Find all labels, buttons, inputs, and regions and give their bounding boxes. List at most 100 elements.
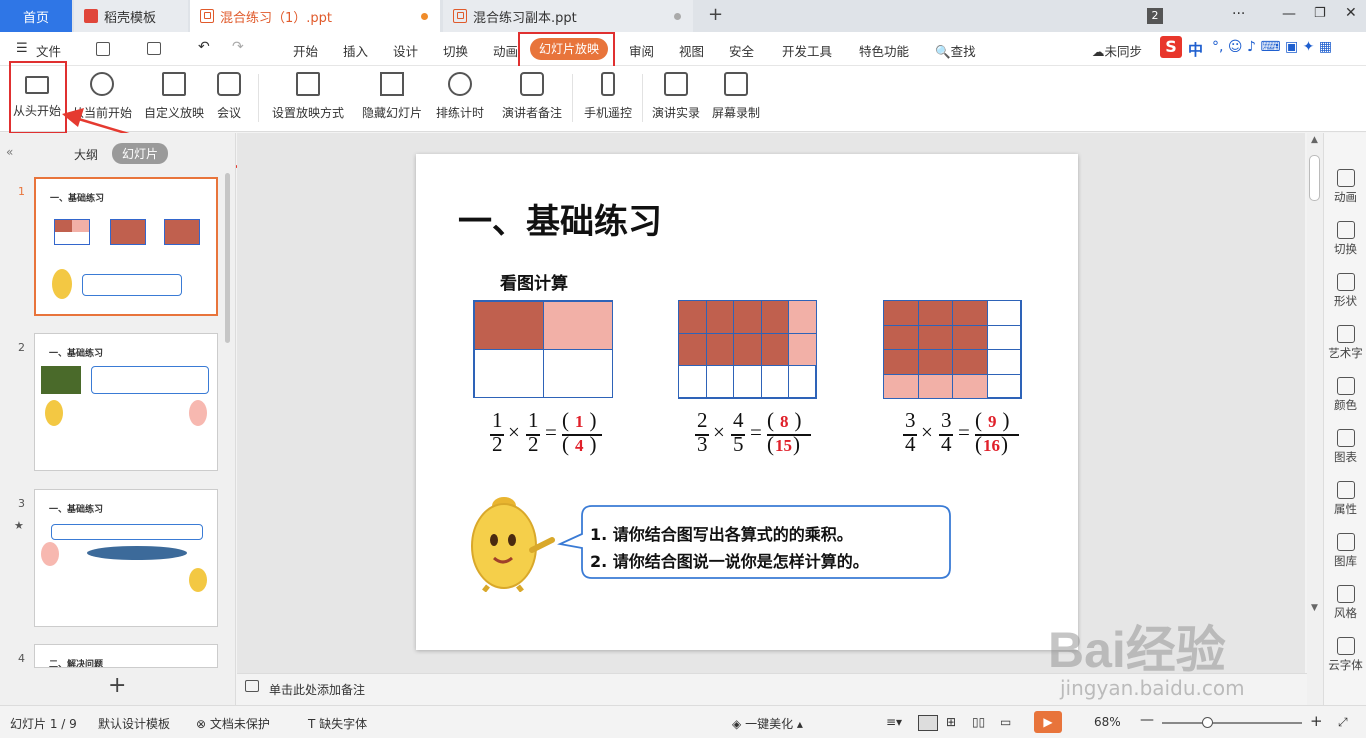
panel-transition[interactable]: 切换 bbox=[1324, 221, 1366, 257]
panel-color[interactable]: 颜色 bbox=[1324, 377, 1366, 413]
tab-doc2[interactable]: 混合练习副本.ppt bbox=[443, 0, 693, 32]
fit-window-icon[interactable]: ⤢ bbox=[1338, 715, 1348, 730]
hide-slide-button[interactable]: 隐藏幻灯片 bbox=[360, 70, 424, 126]
slide[interactable]: 一、基础练习 看图计算 1 2 × 1 2 = (1) (4) 2 3 × 4 … bbox=[416, 154, 1078, 650]
record-speech-button[interactable]: 演讲实录 bbox=[650, 70, 702, 126]
equation-1[interactable]: 1 2 × 1 2 = (1) (4) bbox=[488, 408, 618, 460]
search-button[interactable]: 🔍查找 bbox=[935, 41, 976, 60]
slide-title[interactable]: 一、基础练习 bbox=[458, 194, 662, 243]
tab-template[interactable]: 稻壳模板 bbox=[74, 0, 188, 32]
close-button[interactable]: ✕ bbox=[1345, 5, 1357, 21]
slide-thumb-3[interactable]: 一、基础练习 bbox=[34, 489, 218, 627]
play-from-current-button[interactable]: 从当前开始 bbox=[70, 70, 134, 126]
slide-subtitle[interactable]: 看图计算 bbox=[500, 269, 568, 294]
tab-home[interactable]: 首页 bbox=[0, 0, 72, 32]
zoom-slider-thumb[interactable] bbox=[1202, 717, 1213, 728]
menu-animation[interactable]: 动画 bbox=[493, 41, 518, 60]
tab-slides[interactable]: 幻灯片 bbox=[112, 143, 169, 164]
thumb-mascot bbox=[41, 542, 59, 566]
equation-3[interactable]: 3 4 × 3 4 = (9) (16) bbox=[901, 408, 1041, 460]
redo-icon[interactable]: ↷ bbox=[232, 39, 244, 55]
undo-icon[interactable]: ↶ bbox=[198, 39, 210, 55]
window-count-badge[interactable]: 2 bbox=[1147, 8, 1163, 24]
custom-show-button[interactable]: 自定义放映 bbox=[142, 70, 206, 126]
notes-view-icon[interactable]: ▭ bbox=[1000, 715, 1011, 729]
hamburger-icon[interactable]: ☰ bbox=[16, 41, 28, 56]
doc-protect-status[interactable]: ⊗ 文档未保护 bbox=[196, 715, 270, 732]
menu-view[interactable]: 视图 bbox=[679, 41, 704, 60]
menu-insert[interactable]: 插入 bbox=[343, 41, 368, 60]
menu-start[interactable]: 开始 bbox=[293, 41, 318, 60]
panel-chart[interactable]: 图表 bbox=[1324, 429, 1366, 465]
scroll-up-icon[interactable]: ▲ bbox=[1311, 135, 1318, 145]
tab-outline[interactable]: 大纲 bbox=[74, 146, 98, 163]
normal-view-icon[interactable] bbox=[918, 715, 938, 731]
panel-shape[interactable]: 形状 bbox=[1324, 273, 1366, 309]
design-template[interactable]: 默认设计模板 bbox=[98, 715, 170, 732]
beautify-button[interactable]: ◈ 一键美化 ▴ bbox=[732, 715, 803, 732]
menu-features[interactable]: 特色功能 bbox=[859, 41, 909, 60]
notes-placeholder[interactable]: 单击此处添加备注 bbox=[269, 681, 365, 698]
align-icon[interactable]: ≡▾ bbox=[886, 715, 902, 729]
menu-review[interactable]: 审阅 bbox=[629, 41, 654, 60]
restore-button[interactable]: ❐ bbox=[1314, 6, 1326, 21]
presenter-notes-button[interactable]: 演讲者备注 bbox=[500, 70, 564, 126]
menu-security[interactable]: 安全 bbox=[729, 41, 754, 60]
panel-cloud-font[interactable]: 云字体 bbox=[1324, 637, 1366, 673]
slide-thumb-2[interactable]: 一、基础练习 bbox=[34, 333, 218, 471]
meeting-button[interactable]: 会议 bbox=[212, 70, 246, 126]
sync-status[interactable]: ☁未同步 bbox=[1092, 41, 1142, 60]
ime-mode[interactable]: 中 bbox=[1188, 39, 1203, 60]
zoom-slider[interactable] bbox=[1162, 717, 1302, 728]
save-icon[interactable] bbox=[96, 42, 110, 56]
panel-animation[interactable]: 动画 bbox=[1324, 169, 1366, 205]
play-slideshow-button[interactable]: ▶ bbox=[1034, 711, 1062, 733]
font-icon: T bbox=[308, 717, 316, 731]
eq-den: 4 bbox=[905, 432, 916, 456]
zoom-in-button[interactable]: + bbox=[1310, 712, 1323, 730]
more-icon[interactable]: ··· bbox=[1232, 6, 1245, 22]
slide-thumb-1[interactable]: 一、基础练习 bbox=[34, 177, 218, 316]
presenter-icon bbox=[520, 72, 544, 96]
grid-cell bbox=[788, 300, 817, 334]
menu-design[interactable]: 设计 bbox=[393, 41, 418, 60]
scroll-down-icon[interactable]: ▼ bbox=[1311, 603, 1318, 613]
grid-view-icon[interactable]: ⊞ bbox=[946, 715, 956, 729]
show-settings-button[interactable]: 设置放映方式 bbox=[268, 70, 348, 126]
panel-scrollbar[interactable] bbox=[225, 173, 230, 343]
panel-style[interactable]: 风格 bbox=[1324, 585, 1366, 621]
zoom-level[interactable]: 68% bbox=[1094, 715, 1121, 729]
panel-gallery[interactable]: 图库 bbox=[1324, 533, 1366, 569]
record-speech-label: 演讲实录 bbox=[651, 106, 700, 120]
custom-show-icon bbox=[162, 72, 186, 96]
menu-transition[interactable]: 切换 bbox=[443, 41, 468, 60]
equation-2[interactable]: 2 3 × 4 5 = (8) (15) bbox=[693, 408, 833, 460]
print-icon[interactable] bbox=[147, 42, 161, 55]
menu-dev[interactable]: 开发工具 bbox=[782, 41, 832, 60]
missing-font-status[interactable]: T 缺失字体 bbox=[308, 715, 367, 732]
new-tab-button[interactable]: + bbox=[708, 4, 723, 25]
cloud-icon: ☁ bbox=[1092, 44, 1105, 59]
screen-record-button[interactable]: 屏幕录制 bbox=[710, 70, 762, 126]
bubble-line-2[interactable]: 2. 请你结合图说一说你是怎样计算的。 bbox=[590, 548, 869, 572]
reading-view-icon[interactable]: ▯▯ bbox=[972, 715, 985, 729]
vertical-scrollbar[interactable]: ▲ ▼ bbox=[1307, 133, 1323, 705]
potato-mascot[interactable] bbox=[466, 490, 558, 592]
transition-icon bbox=[1336, 221, 1355, 239]
minimize-button[interactable]: — bbox=[1282, 6, 1296, 22]
slide-thumb-4[interactable]: 二、解决问题 bbox=[34, 644, 218, 668]
collapse-panel-icon[interactable]: « bbox=[6, 145, 13, 159]
bubble-line-1[interactable]: 1. 请你结合图写出各算式的的乘积。 bbox=[590, 521, 853, 545]
panel-properties[interactable]: 属性 bbox=[1324, 481, 1366, 517]
phone-remote-button[interactable]: 手机遥控 bbox=[582, 70, 634, 126]
scroll-thumb[interactable] bbox=[1309, 155, 1320, 201]
menu-file[interactable]: 文件 bbox=[36, 41, 61, 60]
ime-toolbar-icons[interactable]: °, ☺ ♪ ⌨ ▣ ✦ ▦ bbox=[1212, 39, 1332, 55]
sogou-ime-icon[interactable]: S bbox=[1160, 36, 1182, 58]
grid-cell bbox=[705, 365, 735, 399]
add-slide-button[interactable]: + bbox=[108, 673, 126, 698]
panel-wordart[interactable]: 艺术字 bbox=[1324, 325, 1366, 361]
zoom-out-button[interactable]: — bbox=[1140, 712, 1154, 728]
rehearse-timing-button[interactable]: 排练计时 bbox=[432, 70, 488, 126]
tab-doc1[interactable]: 混合练习（1）.ppt bbox=[190, 0, 440, 32]
